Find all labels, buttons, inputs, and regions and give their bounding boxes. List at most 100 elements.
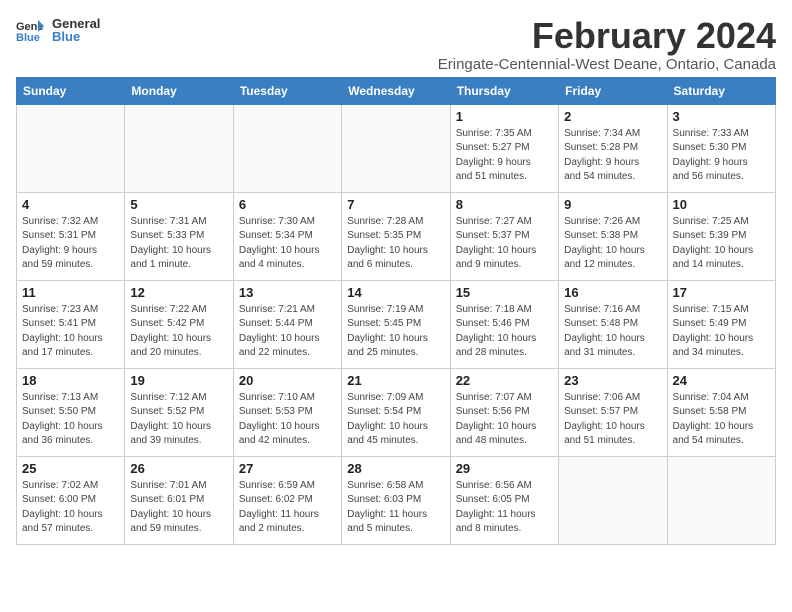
- day-number: 1: [456, 109, 553, 124]
- cell-w2-d7: 10 Sunrise: 7:25 AM Sunset: 5:39 PM Dayli…: [667, 192, 775, 280]
- day-number: 13: [239, 285, 336, 300]
- day-number: 2: [564, 109, 661, 124]
- day-number: 20: [239, 373, 336, 388]
- day-info: Sunrise: 7:06 AM Sunset: 5:57 PM Dayligh…: [564, 391, 661, 449]
- cell-w4-d4: 21Sunrise: 7:09 AM Sunset: 5:54 PM Dayli…: [342, 368, 450, 456]
- calendar-subtitle: Eringate-Centennial-West Deane, Ontario,…: [438, 56, 776, 73]
- cell-w5-d3: 27Sunrise: 6:59 AM Sunset: 6:02 PM Dayli…: [233, 456, 341, 544]
- day-number: 18: [22, 373, 119, 388]
- cell-w4-d7: 24Sunrise: 7:04 AM Sunset: 5:58 PM Dayli…: [667, 368, 775, 456]
- day-number: 25: [22, 461, 119, 476]
- cell-w5-d1: 25Sunrise: 7:02 AM Sunset: 6:00 PM Dayli…: [17, 456, 125, 544]
- day-info: Sunrise: 7:18 AM Sunset: 5:46 PM Dayligh…: [456, 303, 553, 361]
- day-info: Sunrise: 7:25 AM Sunset: 5:39 PM Dayligh…: [673, 215, 770, 273]
- cell-w5-d7: [667, 456, 775, 544]
- day-info: Sunrise: 7:30 AM Sunset: 5:34 PM Dayligh…: [239, 215, 336, 273]
- day-number: 3: [673, 109, 770, 124]
- day-number: 28: [347, 461, 444, 476]
- day-info: Sunrise: 7:22 AM Sunset: 5:42 PM Dayligh…: [130, 303, 227, 361]
- day-number: 6: [239, 197, 336, 212]
- day-info: Sunrise: 7:07 AM Sunset: 5:56 PM Dayligh…: [456, 391, 553, 449]
- cell-w3-d3: 13 Sunrise: 7:21 AM Sunset: 5:44 PM Dayli…: [233, 280, 341, 368]
- week-row-5: 25Sunrise: 7:02 AM Sunset: 6:00 PM Dayli…: [17, 456, 776, 544]
- cell-w1-d7: 3 Sunrise: 7:33 AM Sunset: 5:30 PM Daylig…: [667, 104, 775, 192]
- logo-icon: General Blue: [16, 18, 44, 42]
- week-row-3: 11 Sunrise: 7:23 AM Sunset: 5:41 PM Dayli…: [17, 280, 776, 368]
- cell-w1-d1: [17, 104, 125, 192]
- cell-w5-d4: 28 Sunrise: 6:58 AM Sunset: 6:03 PM Dayli…: [342, 456, 450, 544]
- day-info: Sunrise: 7:35 AM Sunset: 5:27 PM Dayligh…: [456, 127, 553, 185]
- logo: General Blue General Blue: [16, 16, 100, 44]
- day-info: Sunrise: 6:56 AM Sunset: 6:05 PM Dayligh…: [456, 479, 553, 537]
- cell-w2-d1: 4 Sunrise: 7:32 AM Sunset: 5:31 PM Daylig…: [17, 192, 125, 280]
- day-number: 8: [456, 197, 553, 212]
- day-info: Sunrise: 6:59 AM Sunset: 6:02 PM Dayligh…: [239, 479, 336, 537]
- cell-w1-d2: [125, 104, 233, 192]
- cell-w1-d6: 2 Sunrise: 7:34 AM Sunset: 5:28 PM Daylig…: [559, 104, 667, 192]
- col-header-monday: Monday: [125, 77, 233, 104]
- day-info: Sunrise: 7:23 AM Sunset: 5:41 PM Dayligh…: [22, 303, 119, 361]
- col-header-tuesday: Tuesday: [233, 77, 341, 104]
- day-number: 15: [456, 285, 553, 300]
- day-info: Sunrise: 7:27 AM Sunset: 5:37 PM Dayligh…: [456, 215, 553, 273]
- cell-w4-d3: 20 Sunrise: 7:10 AM Sunset: 5:53 PM Dayli…: [233, 368, 341, 456]
- cell-w3-d5: 15 Sunrise: 7:18 AM Sunset: 5:46 PM Dayli…: [450, 280, 558, 368]
- cell-w5-d6: [559, 456, 667, 544]
- day-number: 26: [130, 461, 227, 476]
- day-number: 19: [130, 373, 227, 388]
- day-info: Sunrise: 7:19 AM Sunset: 5:45 PM Dayligh…: [347, 303, 444, 361]
- cell-w1-d3: [233, 104, 341, 192]
- day-number: 12: [130, 285, 227, 300]
- day-info: Sunrise: 7:12 AM Sunset: 5:52 PM Dayligh…: [130, 391, 227, 449]
- day-number: 11: [22, 285, 119, 300]
- day-number: 10: [673, 197, 770, 212]
- cell-w5-d5: 29 Sunrise: 6:56 AM Sunset: 6:05 PM Dayli…: [450, 456, 558, 544]
- day-info: Sunrise: 7:21 AM Sunset: 5:44 PM Dayligh…: [239, 303, 336, 361]
- cell-w3-d2: 12 Sunrise: 7:22 AM Sunset: 5:42 PM Dayli…: [125, 280, 233, 368]
- day-number: 29: [456, 461, 553, 476]
- col-header-friday: Friday: [559, 77, 667, 104]
- cell-w1-d4: [342, 104, 450, 192]
- day-info: Sunrise: 7:26 AM Sunset: 5:38 PM Dayligh…: [564, 215, 661, 273]
- week-row-1: 1 Sunrise: 7:35 AM Sunset: 5:27 PM Daylig…: [17, 104, 776, 192]
- day-number: 17: [673, 285, 770, 300]
- day-info: Sunrise: 7:34 AM Sunset: 5:28 PM Dayligh…: [564, 127, 661, 185]
- day-info: Sunrise: 7:31 AM Sunset: 5:33 PM Dayligh…: [130, 215, 227, 273]
- day-number: 16: [564, 285, 661, 300]
- svg-text:Blue: Blue: [16, 32, 40, 42]
- logo-line2: Blue: [52, 29, 100, 44]
- day-number: 9: [564, 197, 661, 212]
- cell-w2-d6: 9 Sunrise: 7:26 AM Sunset: 5:38 PM Daylig…: [559, 192, 667, 280]
- day-info: Sunrise: 7:15 AM Sunset: 5:49 PM Dayligh…: [673, 303, 770, 361]
- col-header-sunday: Sunday: [17, 77, 125, 104]
- cell-w4-d5: 22 Sunrise: 7:07 AM Sunset: 5:56 PM Dayli…: [450, 368, 558, 456]
- week-row-4: 18 Sunrise: 7:13 AM Sunset: 5:50 PM Dayli…: [17, 368, 776, 456]
- day-number: 22: [456, 373, 553, 388]
- col-header-wednesday: Wednesday: [342, 77, 450, 104]
- cell-w5-d2: 26 Sunrise: 7:01 AM Sunset: 6:01 PM Dayli…: [125, 456, 233, 544]
- day-info: Sunrise: 7:01 AM Sunset: 6:01 PM Dayligh…: [130, 479, 227, 537]
- day-info: Sunrise: 7:10 AM Sunset: 5:53 PM Dayligh…: [239, 391, 336, 449]
- cell-w2-d2: 5Sunrise: 7:31 AM Sunset: 5:33 PM Daylig…: [125, 192, 233, 280]
- day-info: Sunrise: 6:58 AM Sunset: 6:03 PM Dayligh…: [347, 479, 444, 537]
- cell-w1-d5: 1 Sunrise: 7:35 AM Sunset: 5:27 PM Daylig…: [450, 104, 558, 192]
- col-header-thursday: Thursday: [450, 77, 558, 104]
- day-info: Sunrise: 7:32 AM Sunset: 5:31 PM Dayligh…: [22, 215, 119, 273]
- col-header-saturday: Saturday: [667, 77, 775, 104]
- day-info: Sunrise: 7:13 AM Sunset: 5:50 PM Dayligh…: [22, 391, 119, 449]
- day-number: 23: [564, 373, 661, 388]
- cell-w3-d6: 16 Sunrise: 7:16 AM Sunset: 5:48 PM Dayli…: [559, 280, 667, 368]
- cell-w2-d3: 6 Sunrise: 7:30 AM Sunset: 5:34 PM Daylig…: [233, 192, 341, 280]
- day-number: 14: [347, 285, 444, 300]
- calendar-table: SundayMondayTuesdayWednesdayThursdayFrid…: [16, 77, 776, 545]
- cell-w4-d6: 23 Sunrise: 7:06 AM Sunset: 5:57 PM Dayli…: [559, 368, 667, 456]
- day-info: Sunrise: 7:28 AM Sunset: 5:35 PM Dayligh…: [347, 215, 444, 273]
- calendar-title: February 2024: [438, 16, 776, 56]
- day-info: Sunrise: 7:33 AM Sunset: 5:30 PM Dayligh…: [673, 127, 770, 185]
- day-number: 4: [22, 197, 119, 212]
- header: General Blue General Blue February 2024 …: [16, 16, 776, 73]
- cell-w2-d4: 7Sunrise: 7:28 AM Sunset: 5:35 PM Daylig…: [342, 192, 450, 280]
- day-info: Sunrise: 7:16 AM Sunset: 5:48 PM Dayligh…: [564, 303, 661, 361]
- title-block: February 2024 Eringate-Centennial-West D…: [438, 16, 776, 73]
- cell-w4-d1: 18 Sunrise: 7:13 AM Sunset: 5:50 PM Dayli…: [17, 368, 125, 456]
